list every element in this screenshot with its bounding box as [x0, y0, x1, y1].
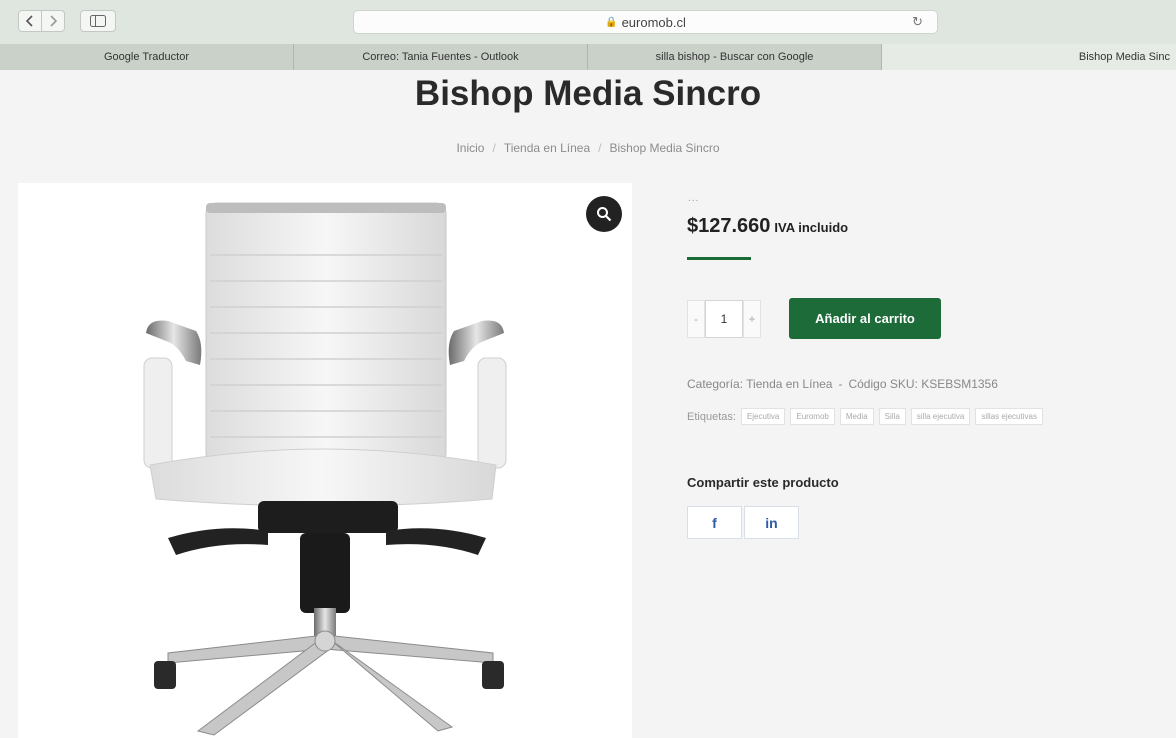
tag-silla-ejecutiva[interactable]: silla ejecutiva [910, 408, 971, 425]
back-button[interactable] [18, 10, 42, 32]
office-chair-image [143, 202, 507, 736]
product-image[interactable] [18, 183, 632, 738]
tags-row: Etiquetas: Ejecutiva Euromob Media Silla… [687, 408, 1043, 425]
breadcrumb-inicio[interactable]: Inicio [456, 141, 484, 155]
add-to-cart-button[interactable]: Añadir al carrito [789, 298, 941, 339]
breadcrumb-tienda[interactable]: Tienda en Línea [504, 141, 590, 155]
tag-ejecutiva[interactable]: Ejecutiva [740, 408, 786, 425]
reload-icon[interactable]: ↻ [912, 14, 923, 30]
tab-google-search[interactable]: silla bishop - Buscar con Google [588, 44, 882, 70]
address-bar[interactable]: 🔒 euromob.cl ↻ [353, 10, 938, 34]
chevron-right-icon [50, 15, 58, 27]
price-amount: $127.660 [687, 215, 771, 237]
magnifier-icon [597, 207, 612, 222]
forward-button[interactable] [41, 10, 65, 32]
product-meta: Categoría: Tienda en Línea - Código SKU: K… [687, 377, 998, 391]
tab-bar: Google Traductor Correo: Tania Fuentes -… [0, 44, 1176, 70]
sidebar-toggle-button[interactable] [80, 10, 116, 32]
lock-icon: 🔒 [605, 16, 618, 28]
tab-google-traductor[interactable]: Google Traductor [0, 44, 294, 70]
tab-bishop-active[interactable]: Bishop Media Sinc [882, 44, 1176, 70]
chevron-left-icon [25, 15, 33, 27]
tag-sillas-ejecutivas[interactable]: sillas ejecutivas [975, 408, 1043, 425]
facebook-share-button[interactable]: f [687, 506, 742, 539]
product-price: $127.660 IVA incluido [687, 215, 848, 238]
page-title: Bishop Media Sincro [414, 74, 762, 113]
quantity-stepper: - 1 + [687, 300, 761, 338]
linkedin-icon: in [765, 514, 778, 531]
category-link[interactable]: Tienda en Línea [746, 377, 832, 391]
linkedin-share-button[interactable]: in [744, 506, 799, 539]
rating-placeholder: ... [688, 193, 700, 204]
qty-plus-button[interactable]: + [743, 300, 761, 338]
sku-label: Código SKU: [848, 377, 918, 391]
browser-toolbar: 🔒 euromob.cl ↻ [0, 0, 1176, 44]
qty-minus-button[interactable]: - [687, 300, 705, 338]
category-label: Categoría: [687, 377, 744, 391]
breadcrumb-current: Bishop Media Sincro [609, 141, 720, 155]
tag-silla[interactable]: Silla [878, 408, 906, 425]
share-title: Compartir este producto [687, 475, 839, 490]
sidebar-icon [90, 15, 106, 27]
quantity-input[interactable]: 1 [705, 300, 743, 338]
url-text: euromob.cl [621, 14, 686, 30]
breadcrumb: Inicio / Tienda en Línea / Bishop Media Sinc… [456, 141, 720, 155]
tags-label: Etiquetas: [687, 410, 736, 423]
tag-euromob[interactable]: Euromob [790, 408, 835, 425]
sku-value: KSEBSM1356 [921, 377, 998, 391]
share-buttons: f in [687, 506, 799, 539]
price-divider [687, 257, 751, 260]
tab-outlook[interactable]: Correo: Tania Fuentes - Outlook [294, 44, 588, 70]
zoom-button[interactable] [586, 196, 622, 232]
facebook-icon: f [712, 514, 717, 531]
tag-media[interactable]: Media [839, 408, 874, 425]
price-suffix: IVA incluido [774, 220, 849, 235]
